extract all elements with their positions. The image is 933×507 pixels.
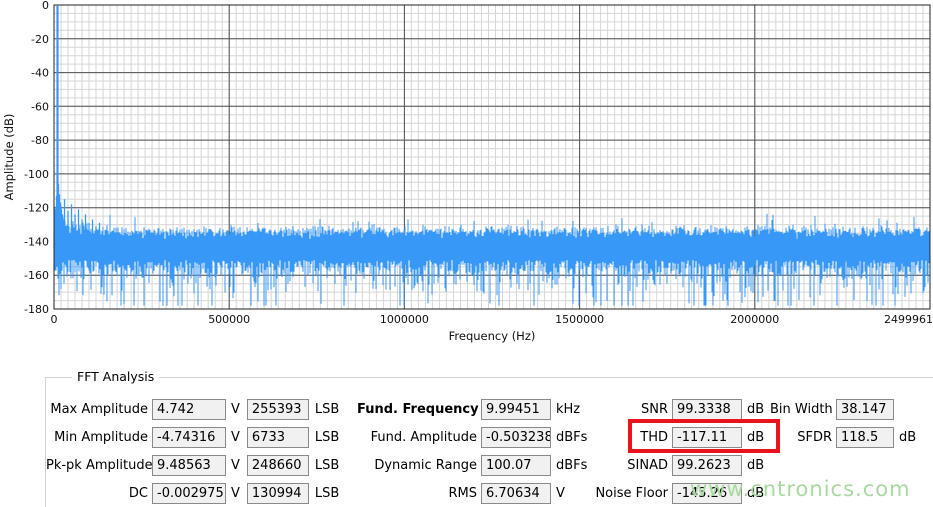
value-field[interactable]: -0.002975: [152, 482, 226, 504]
stat-row-rms: RMS 6.70634 V: [357, 479, 587, 507]
stat-label: Noise Floor: [595, 485, 668, 501]
stat-label: Fund. Amplitude: [370, 429, 477, 445]
value-field[interactable]: 9.48563: [152, 454, 226, 476]
value-field[interactable]: 99.2623: [672, 454, 742, 476]
x-axis-title: Frequency (Hz): [449, 329, 536, 343]
unit-label: V: [556, 485, 565, 501]
value-field[interactable]: 38.147: [836, 398, 894, 420]
stat-label: Dynamic Range: [374, 457, 477, 473]
value-field[interactable]: 118.5: [836, 426, 894, 448]
y-tick-label: -180: [24, 303, 49, 316]
unit-label: dBFs: [556, 429, 588, 445]
stat-label: Max Amplitude: [50, 401, 148, 417]
x-tick-label: 0: [51, 313, 58, 326]
stat-row-fund-frequency: Fund. Frequency 9.99451 kHz: [357, 395, 587, 423]
fundamental-stats-group: Fund. Frequency 9.99451 kHz Fund. Amplit…: [357, 395, 587, 507]
stat-label: THD: [640, 429, 668, 445]
stat-label: Pk-pk Amplitude: [46, 457, 153, 473]
stat-label: Bin Width: [770, 401, 833, 417]
x-tick-label: 1500000: [555, 313, 604, 326]
value-field[interactable]: 255393: [246, 398, 309, 420]
unit-label: dB: [747, 457, 765, 473]
noise-floor-series: [54, 206, 930, 306]
stat-label: RMS: [448, 485, 477, 501]
stat-row-sfdr: SFDR 118.5 dB: [770, 423, 916, 451]
stat-row-thd: THD -117.11 dB: [592, 419, 780, 453]
stat-row-max-amplitude: Max Amplitude 4.742 V 255393 LSB: [46, 395, 339, 423]
value-field[interactable]: -117.11: [672, 426, 742, 448]
x-tick-label: 1000000: [380, 313, 429, 326]
unit-label: LSB: [314, 485, 340, 501]
amplitude-stats-group: Max Amplitude 4.742 V 255393 LSB Min Amp…: [46, 395, 339, 507]
stat-label: SFDR: [797, 429, 832, 445]
unit-label: LSB: [314, 401, 340, 417]
stat-row-fund-amplitude: Fund. Amplitude -0.503238 dBFs: [357, 423, 587, 451]
value-field[interactable]: 248660: [246, 454, 309, 476]
stat-label: Min Amplitude: [54, 429, 148, 445]
stat-row-bin-width: Bin Width 38.147: [770, 395, 916, 423]
value-field[interactable]: 6733: [246, 426, 309, 448]
value-field[interactable]: 6.70634: [481, 482, 551, 504]
stat-row-dynamic-range: Dynamic Range 100.07 dBFs: [357, 451, 587, 479]
unit-label: V: [231, 401, 240, 417]
unit-label: kHz: [556, 401, 581, 417]
y-tick-label: -80: [31, 134, 49, 147]
value-field[interactable]: 130994: [246, 482, 309, 504]
unit-label: dBFs: [556, 457, 588, 473]
watermark: www.cntronics.com: [690, 477, 911, 501]
x-tick-label: 2499961: [884, 313, 933, 326]
stat-label: SINAD: [627, 457, 668, 473]
stat-row-min-amplitude: Min Amplitude -4.74316 V 6733 LSB: [46, 423, 339, 451]
value-field[interactable]: 100.07: [481, 454, 551, 476]
unit-label: dB: [899, 429, 917, 445]
stat-row-dc: DC -0.002975 V 130994 LSB: [46, 479, 339, 507]
stat-row-snr: SNR 99.3338 dB: [592, 395, 764, 423]
value-field[interactable]: -4.74316: [152, 426, 226, 448]
y-axis-title: Amplitude (dB): [2, 114, 16, 201]
y-tick-label: 0: [42, 0, 49, 12]
value-field[interactable]: 4.742: [152, 398, 226, 420]
y-tick-label: -140: [24, 235, 49, 248]
unit-label: V: [231, 429, 240, 445]
unit-label: LSB: [314, 457, 340, 473]
unit-label: dB: [747, 401, 765, 417]
stat-row-pkpk-amplitude: Pk-pk Amplitude 9.48563 V 248660 LSB: [46, 451, 339, 479]
stat-row-sinad: SINAD 99.2623 dB: [592, 451, 764, 479]
value-field[interactable]: 99.3338: [672, 398, 742, 420]
stat-label: Fund. Frequency: [357, 401, 479, 417]
x-tick-label: 2000000: [730, 313, 779, 326]
fft-analyzer-window: 0 -20 -40 -60 -80 -100 -120 -140 -160 -180 0 500000…: [0, 0, 933, 507]
value-field[interactable]: -0.503238: [481, 426, 551, 448]
stat-label: SNR: [640, 401, 668, 417]
y-tick-label: -100: [24, 168, 49, 181]
y-tick-label: -120: [24, 202, 49, 215]
y-tick-label: -160: [24, 269, 49, 282]
y-tick-label: -60: [31, 100, 49, 113]
y-tick-label: -20: [31, 33, 49, 46]
unit-label: V: [231, 485, 240, 501]
value-field[interactable]: 9.99451: [481, 398, 551, 420]
stat-label: DC: [128, 485, 148, 501]
unit-label: LSB: [314, 429, 340, 445]
y-tick-label: -40: [31, 67, 49, 80]
fft-spectrum-plot: 0-20-40-60-80-100-120-140-160-1800 500000…: [2, 0, 933, 343]
unit-label: dB: [747, 429, 765, 445]
groupbox-title: FFT Analysis: [72, 369, 160, 384]
x-tick-label: 500000: [208, 313, 250, 326]
resolution-stats-group: Bin Width 38.147 SFDR 118.5 dB: [770, 395, 916, 451]
unit-label: V: [231, 457, 240, 473]
